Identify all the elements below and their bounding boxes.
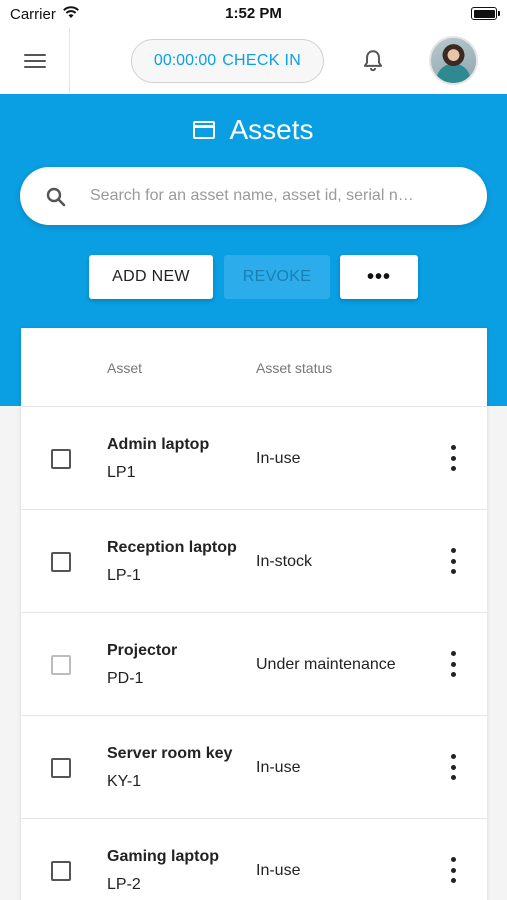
more-vertical-icon[interactable]: [443, 445, 463, 471]
battery-icon: [471, 7, 500, 20]
more-vertical-icon[interactable]: [443, 857, 463, 883]
asset-name: Gaming laptop: [107, 848, 219, 865]
revoke-button[interactable]: REVOKE: [224, 255, 330, 299]
asset-id: LP1: [107, 464, 136, 481]
app-bar: 00:00:00 CHECK IN: [0, 28, 507, 94]
asset-status: Under maintenance: [256, 656, 396, 673]
column-header-asset[interactable]: Asset: [107, 360, 142, 376]
clock: 1:52 PM: [225, 5, 282, 22]
search-icon: [46, 187, 66, 207]
row-checkbox-disabled: [51, 655, 71, 675]
search-input[interactable]: [90, 167, 462, 225]
more-actions-button[interactable]: •••: [340, 255, 418, 299]
table-row[interactable]: Gaming laptop LP-2 In-use: [21, 819, 487, 900]
asset-name: Admin laptop: [107, 436, 210, 453]
more-vertical-icon[interactable]: [443, 651, 463, 677]
asset-name: Reception laptop: [107, 539, 237, 556]
check-in-timer: 00:00:00: [153, 52, 217, 69]
asset-id: KY-1: [107, 773, 142, 790]
table-row[interactable]: Projector PD-1 Under maintenance: [21, 613, 487, 716]
search-bar[interactable]: [20, 167, 487, 225]
table-header: Asset Asset status: [21, 328, 487, 407]
asset-status: In-use: [256, 450, 301, 467]
assets-table: Asset Asset status Admin laptop LP1 In-u…: [21, 328, 487, 900]
more-vertical-icon[interactable]: [443, 548, 463, 574]
hamburger-menu-icon: [23, 50, 46, 72]
asset-id: LP-2: [107, 876, 141, 893]
window-icon: [193, 121, 216, 139]
status-bar: Carrier 1:52 PM: [0, 0, 507, 28]
hamburger-menu-button[interactable]: [0, 28, 70, 94]
bell-icon[interactable]: [360, 48, 386, 74]
table-row[interactable]: Reception laptop LP-1 In-stock: [21, 510, 487, 613]
asset-status: In-use: [256, 759, 301, 776]
asset-id: PD-1: [107, 670, 144, 687]
table-row[interactable]: Admin laptop LP1 In-use: [21, 407, 487, 510]
row-checkbox[interactable]: [51, 552, 71, 572]
asset-name: Server room key: [107, 745, 233, 762]
column-header-status[interactable]: Asset status: [256, 360, 332, 376]
asset-id: LP-1: [107, 567, 141, 584]
more-vertical-icon[interactable]: [443, 754, 463, 780]
check-in-label: CHECK IN: [222, 52, 302, 69]
asset-status: In-use: [256, 862, 301, 879]
user-avatar[interactable]: [429, 36, 478, 85]
page-title: Assets: [229, 114, 314, 145]
table-row[interactable]: Server room key KY-1 In-use: [21, 716, 487, 819]
asset-status: In-stock: [256, 553, 313, 570]
row-checkbox[interactable]: [51, 758, 71, 778]
row-checkbox[interactable]: [51, 861, 71, 881]
asset-name: Projector: [107, 642, 178, 659]
row-checkbox[interactable]: [51, 449, 71, 469]
check-in-button[interactable]: 00:00:00 CHECK IN: [131, 39, 324, 83]
add-new-button[interactable]: ADD NEW: [89, 255, 213, 299]
title-row: Assets: [0, 114, 507, 146]
